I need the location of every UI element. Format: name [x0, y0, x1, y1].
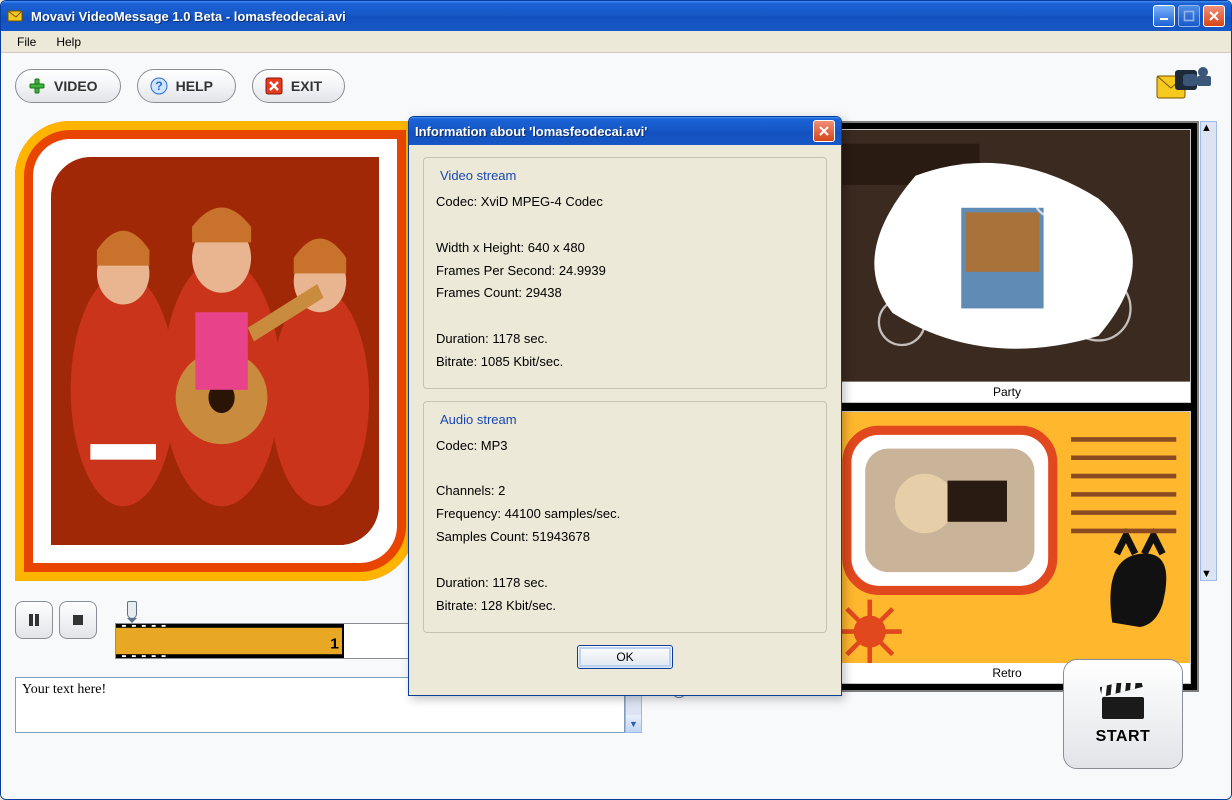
- audio-stream-legend: Audio stream: [436, 412, 521, 427]
- template-thumb-retro: [824, 412, 1190, 664]
- exit-button-label: EXIT: [291, 78, 322, 94]
- video-fps: Frames Per Second: 24.9939: [436, 262, 814, 281]
- scroll-down-icon[interactable]: ▼: [626, 715, 641, 732]
- video-stream-legend: Video stream: [436, 168, 520, 183]
- stop-button[interactable]: [59, 601, 97, 639]
- template-item[interactable]: Retro: [823, 411, 1191, 685]
- clapperboard-icon: [1100, 683, 1146, 724]
- video-dimensions: Width x Height: 640 x 480: [436, 239, 814, 258]
- template-scrollbar[interactable]: ▲ ▼: [1200, 121, 1217, 581]
- video-duration: Duration: 1178 sec.: [436, 330, 814, 349]
- menu-help[interactable]: Help: [46, 33, 91, 51]
- exit-button[interactable]: EXIT: [252, 69, 345, 103]
- start-button[interactable]: START: [1063, 659, 1183, 769]
- audio-duration: Duration: 1178 sec.: [436, 574, 814, 593]
- audio-codec: Codec: MP3: [436, 437, 814, 456]
- template-thumb-party: [824, 130, 1190, 382]
- clip-number-label: 1: [330, 636, 339, 653]
- window-title: Movavi VideoMessage 1.0 Beta - lomasfeod…: [31, 9, 1153, 24]
- seek-thumb-icon[interactable]: [127, 601, 137, 619]
- video-button-label: VIDEO: [54, 78, 98, 94]
- info-dialog: Information about 'lomasfeodecai.avi' Vi…: [408, 116, 842, 696]
- audio-bitrate: Bitrate: 128 Kbit/sec.: [436, 597, 814, 616]
- dialog-close-button[interactable]: [813, 120, 835, 142]
- app-icon: [7, 9, 25, 23]
- menu-file[interactable]: File: [7, 33, 46, 51]
- minimize-button[interactable]: [1153, 5, 1175, 27]
- video-preview: [15, 121, 415, 581]
- help-button-label: HELP: [176, 78, 213, 94]
- video-stream-group: Video stream Codec: XviD MPEG-4 Codec Wi…: [423, 157, 827, 389]
- template-label: Party: [824, 382, 1190, 402]
- close-icon: [265, 77, 283, 95]
- close-button[interactable]: [1203, 5, 1225, 27]
- audio-samples: Samples Count: 51943678: [436, 528, 814, 547]
- start-button-label: START: [1096, 728, 1151, 746]
- toolbar: VIDEO ? HELP EXIT: [15, 63, 1217, 109]
- ok-button[interactable]: OK: [577, 645, 673, 669]
- svg-text:?: ?: [155, 79, 162, 93]
- dialog-title: Information about 'lomasfeodecai.avi': [415, 124, 813, 139]
- dialog-titlebar[interactable]: Information about 'lomasfeodecai.avi': [409, 117, 841, 145]
- audio-frequency: Frequency: 44100 samples/sec.: [436, 505, 814, 524]
- template-item[interactable]: Party: [823, 129, 1191, 403]
- scroll-down-icon[interactable]: ▼: [1201, 568, 1216, 580]
- plus-icon: [28, 77, 46, 95]
- audio-stream-group: Audio stream Codec: MP3 Channels: 2 Freq…: [423, 401, 827, 633]
- main-titlebar[interactable]: Movavi VideoMessage 1.0 Beta - lomasfeod…: [1, 1, 1231, 31]
- pause-button[interactable]: [15, 601, 53, 639]
- scroll-up-icon[interactable]: ▲: [1201, 122, 1216, 134]
- brand-logo-icon: [1153, 66, 1217, 106]
- timeline-clip[interactable]: 1: [116, 624, 344, 658]
- video-bitrate: Bitrate: 1085 Kbit/sec.: [436, 353, 814, 372]
- video-frames: Frames Count: 29438: [436, 284, 814, 303]
- video-button[interactable]: VIDEO: [15, 69, 121, 103]
- help-button[interactable]: ? HELP: [137, 69, 236, 103]
- audio-channels: Channels: 2: [436, 482, 814, 501]
- video-codec: Codec: XviD MPEG-4 Codec: [436, 193, 814, 212]
- menubar: File Help: [1, 31, 1231, 53]
- question-icon: ?: [150, 77, 168, 95]
- maximize-button: [1178, 5, 1200, 27]
